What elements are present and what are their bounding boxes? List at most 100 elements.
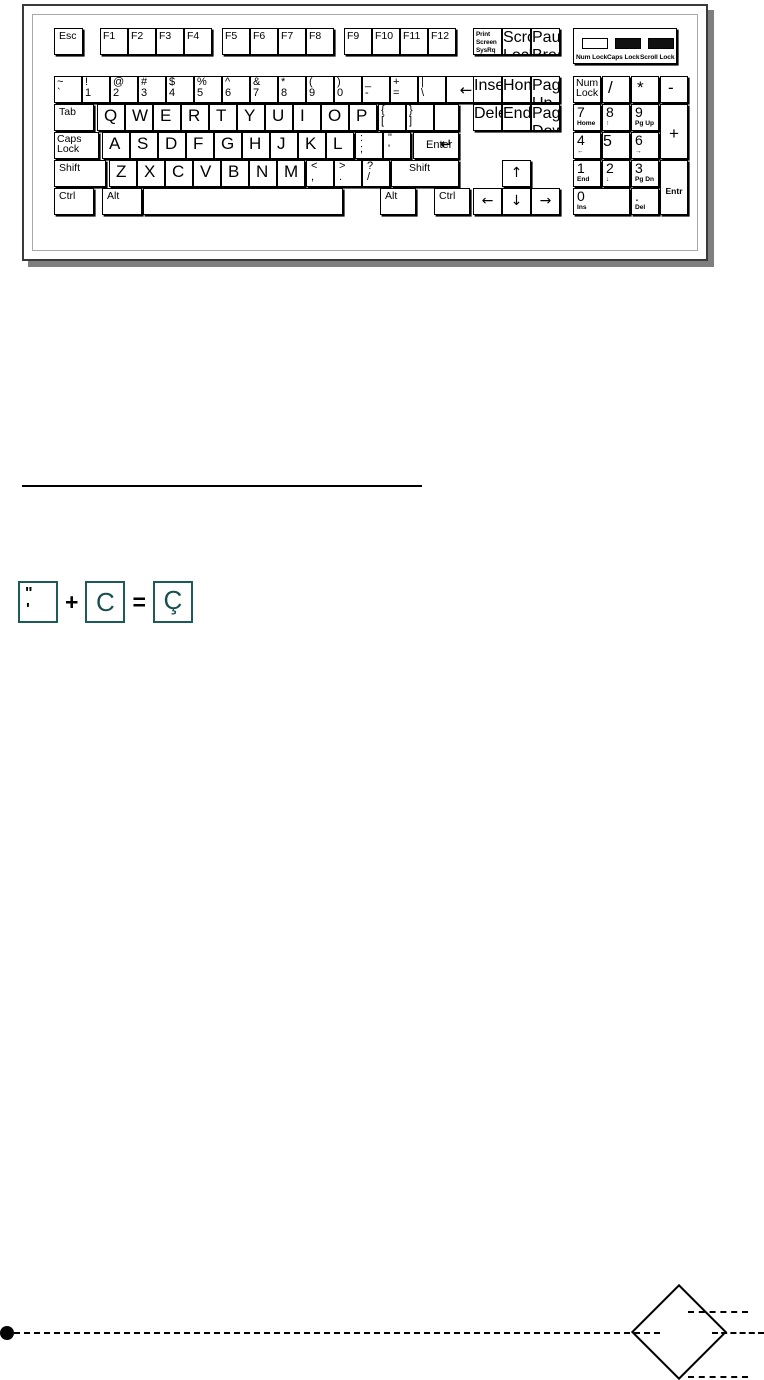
key-0[interactable]: ) 0	[334, 76, 362, 103]
key-f7[interactable]: F7	[278, 28, 306, 55]
key-y[interactable]: Y	[237, 104, 265, 131]
key-3[interactable]: #3	[138, 76, 166, 103]
key-i[interactable]: I	[293, 104, 321, 131]
key-f1[interactable]: F1	[100, 28, 128, 55]
example-result-key-ccedilla[interactable]: Ç	[152, 581, 193, 623]
key-backslash[interactable]: | \	[418, 76, 446, 103]
key-quote[interactable]: " '	[383, 132, 411, 159]
key-arrow-up[interactable]: ↑	[502, 160, 531, 187]
example-dead-key[interactable]: " '	[18, 581, 58, 623]
key-semicolon[interactable]: :;	[355, 132, 383, 159]
key-q[interactable]: Q	[97, 104, 125, 131]
key-numpad-multiply[interactable]: *	[631, 76, 659, 103]
key-numpad-decimal[interactable]: . Del	[631, 188, 659, 215]
key-2[interactable]: @2	[110, 76, 138, 103]
key-s[interactable]: S	[130, 132, 158, 159]
key-tab[interactable]: Tab	[54, 104, 94, 131]
key-f5[interactable]: F5	[222, 28, 250, 55]
key-home[interactable]: Home	[502, 76, 531, 103]
key-numpad-3[interactable]: 3 Pg Dn	[631, 160, 659, 187]
key-arrow-down[interactable]: ↓	[502, 188, 531, 215]
key-g[interactable]: G	[214, 132, 242, 159]
key-f[interactable]: F	[186, 132, 214, 159]
key-page-down[interactable]: PageDown	[531, 104, 560, 131]
key-p[interactable]: P	[349, 104, 377, 131]
key-period[interactable]: >.	[334, 160, 362, 187]
key-v[interactable]: V	[193, 160, 221, 187]
key-numpad-7[interactable]: 7 Home	[573, 104, 601, 131]
key-shift-right[interactable]: Shift	[391, 160, 459, 187]
key-end[interactable]: End	[502, 104, 531, 131]
key-numpad-2[interactable]: 2 ↓	[602, 160, 630, 187]
key-f3[interactable]: F3	[156, 28, 184, 55]
key-numpad-0[interactable]: 0 Ins	[573, 188, 630, 215]
key-f6[interactable]: F6	[250, 28, 278, 55]
key-e[interactable]: E	[153, 104, 181, 131]
key-o[interactable]: O	[321, 104, 349, 131]
key-b[interactable]: B	[221, 160, 249, 187]
key-page-up[interactable]: PageUp	[531, 76, 560, 103]
key-w[interactable]: W	[125, 104, 153, 131]
key-numpad-9[interactable]: 9 Pg Up	[631, 104, 659, 131]
key-h[interactable]: H	[242, 132, 270, 159]
key-enter[interactable]: Enter ↵	[413, 132, 459, 159]
key-c[interactable]: C	[165, 160, 193, 187]
key-num-lock[interactable]: Num Lock	[573, 76, 601, 103]
key-1[interactable]: ! 1	[82, 76, 110, 103]
key-escape[interactable]: Esc	[54, 28, 83, 55]
key-numpad-8[interactable]: 8 ↑	[602, 104, 630, 131]
key-f11[interactable]: F11	[400, 28, 428, 55]
key-f10[interactable]: F10	[372, 28, 400, 55]
key-arrow-right[interactable]: →	[531, 188, 560, 215]
key-m[interactable]: M	[277, 160, 305, 187]
key-enter-upper-stub[interactable]	[434, 104, 459, 131]
key-k[interactable]: K	[298, 132, 326, 159]
key-numpad-divide[interactable]: /	[602, 76, 630, 103]
key-space[interactable]	[143, 188, 343, 215]
key-numpad-5[interactable]: 5	[602, 132, 630, 159]
key-f9[interactable]: F9	[344, 28, 372, 55]
key-a[interactable]: A	[102, 132, 130, 159]
key-numpad-enter[interactable]: Entr	[660, 160, 688, 215]
key-pause-break[interactable]: PauseBreak	[531, 28, 560, 55]
key-f2[interactable]: F2	[128, 28, 156, 55]
key-equals[interactable]: + =	[390, 76, 418, 103]
key-numpad-6[interactable]: 6 →	[631, 132, 659, 159]
key-x[interactable]: X	[137, 160, 165, 187]
key-delete[interactable]: Delete	[473, 104, 502, 131]
key-8[interactable]: * 8	[278, 76, 306, 103]
key-backquote[interactable]: ~ `	[54, 76, 82, 103]
key-bracket-right[interactable]: }]	[406, 104, 434, 131]
key-numpad-1[interactable]: 1 End	[573, 160, 601, 187]
key-ctrl-left[interactable]: Ctrl	[54, 188, 94, 215]
key-9[interactable]: (9	[306, 76, 334, 103]
key-d[interactable]: D	[158, 132, 186, 159]
key-7[interactable]: & 7	[250, 76, 278, 103]
key-insert[interactable]: Insert	[473, 76, 502, 103]
key-u[interactable]: U	[265, 104, 293, 131]
key-6[interactable]: ^ 6	[222, 76, 250, 103]
key-numpad-plus[interactable]: +	[660, 104, 688, 159]
key-numpad-minus[interactable]: -	[660, 76, 688, 103]
key-print-screen[interactable]: Print Screen SysRq	[473, 28, 502, 55]
key-shift-left[interactable]: Shift	[54, 160, 106, 187]
key-caps-lock[interactable]: Caps Lock	[54, 132, 99, 159]
key-r[interactable]: R	[181, 104, 209, 131]
key-minus[interactable]: _ -	[362, 76, 390, 103]
key-slash[interactable]: ? /	[362, 160, 390, 187]
key-f8[interactable]: F8	[306, 28, 334, 55]
key-alt-right[interactable]: Alt	[380, 188, 416, 215]
key-z[interactable]: Z	[109, 160, 137, 187]
key-scroll-lock[interactable]: ScrollLock	[502, 28, 531, 55]
key-n[interactable]: N	[249, 160, 277, 187]
key-f4[interactable]: F4	[184, 28, 212, 55]
key-bracket-left[interactable]: {[	[378, 104, 406, 131]
key-f12[interactable]: F12	[428, 28, 456, 55]
key-4[interactable]: $4	[166, 76, 194, 103]
key-j[interactable]: J	[270, 132, 298, 159]
key-arrow-left[interactable]: ←	[473, 188, 502, 215]
key-numpad-4[interactable]: 4 ←	[573, 132, 601, 159]
key-l[interactable]: L	[326, 132, 354, 159]
key-5[interactable]: % 5	[194, 76, 222, 103]
key-alt-left[interactable]: Alt	[102, 188, 142, 215]
